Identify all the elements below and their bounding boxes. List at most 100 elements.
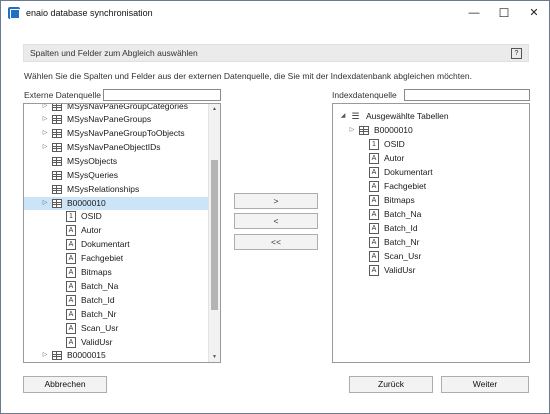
window-title: enaio database synchronisation: [26, 8, 153, 18]
add-selection-button[interactable]: >: [234, 193, 318, 209]
tree-row[interactable]: 1 OSID: [24, 210, 208, 223]
external-filter-input[interactable]: [103, 89, 221, 101]
expand-chevron-icon[interactable]: [55, 308, 63, 321]
close-button[interactable]: ✕: [519, 1, 549, 25]
expand-chevron-icon[interactable]: [358, 152, 366, 165]
tree-row[interactable]: A Bitmaps: [333, 194, 529, 207]
numeric-field-icon: 1: [369, 139, 379, 150]
expand-chevron-icon[interactable]: [41, 169, 49, 182]
minimize-button[interactable]: —: [459, 1, 489, 25]
tree-row[interactable]: ▷ MSysNavPaneGroups: [24, 113, 208, 126]
expand-chevron-icon[interactable]: [358, 208, 366, 221]
expanded-chevron-icon[interactable]: ◢: [339, 110, 347, 123]
tree-row[interactable]: A Fachgebiet: [333, 180, 529, 193]
tree-row[interactable]: A ValidUsr: [333, 264, 529, 277]
text-field-icon: A: [66, 295, 76, 306]
tree-row[interactable]: A Batch_Id: [24, 294, 208, 307]
expand-chevron-icon[interactable]: [358, 138, 366, 151]
tree-row[interactable]: ▷ B0000010: [24, 197, 208, 210]
tree-row-label: Fachgebiet: [384, 181, 427, 191]
expand-chevron-icon[interactable]: [55, 322, 63, 335]
scroll-down-icon[interactable]: ▼: [209, 352, 220, 362]
text-field-icon: A: [66, 309, 76, 320]
expand-chevron-icon[interactable]: [55, 210, 63, 223]
expand-chevron-icon[interactable]: ▷: [41, 197, 49, 210]
tree-row[interactable]: ▷ MSysNavPaneGroupCategories: [24, 104, 208, 113]
tree-row[interactable]: A Scan_Usr: [24, 322, 208, 335]
tree-row[interactable]: A Bitmaps: [24, 266, 208, 279]
expand-chevron-icon[interactable]: [358, 236, 366, 249]
remove-all-button[interactable]: <<: [234, 234, 318, 250]
tree-row-label: Autor: [384, 153, 405, 163]
expand-chevron-icon[interactable]: [55, 294, 63, 307]
tree-row[interactable]: A Scan_Usr: [333, 250, 529, 263]
tree-row[interactable]: A Autor: [24, 224, 208, 237]
tree-row-label: ValidUsr: [81, 337, 113, 347]
tree-row[interactable]: A Batch_Id: [333, 222, 529, 235]
expand-chevron-icon[interactable]: [55, 336, 63, 349]
expand-chevron-icon[interactable]: ▷: [41, 113, 49, 126]
tree-row[interactable]: ▷ B0000010: [333, 124, 529, 137]
expand-chevron-icon[interactable]: [55, 238, 63, 251]
expand-chevron-icon[interactable]: [55, 252, 63, 265]
expand-chevron-icon[interactable]: [358, 194, 366, 207]
tree-row[interactable]: A Batch_Na: [24, 280, 208, 293]
expand-chevron-icon[interactable]: [55, 280, 63, 293]
expand-chevron-icon[interactable]: ▷: [41, 104, 49, 113]
expand-chevron-icon[interactable]: ▷: [41, 141, 49, 154]
tree-row[interactable]: ▷ MSysNavPaneGroupToObjects: [24, 127, 208, 140]
tree-row[interactable]: A Dokumentart: [333, 166, 529, 179]
expand-chevron-icon[interactable]: [358, 250, 366, 263]
external-source-label: Externe Datenquelle: [24, 90, 102, 100]
expand-chevron-icon[interactable]: ▷: [348, 124, 356, 137]
tree-row[interactable]: A Batch_Nr: [333, 236, 529, 249]
expand-chevron-icon[interactable]: [41, 155, 49, 168]
expand-chevron-icon[interactable]: [55, 224, 63, 237]
section-header: Spalten und Felder zum Abgleich auswähle…: [23, 44, 529, 62]
expand-chevron-icon[interactable]: [41, 183, 49, 196]
text-field-icon: A: [369, 237, 379, 248]
maximize-button[interactable]: ☐: [489, 1, 519, 25]
instruction-text: Wählen Sie die Spalten und Felder aus de…: [24, 71, 472, 81]
tree-row[interactable]: A Fachgebiet: [24, 252, 208, 265]
back-button[interactable]: Zurück: [349, 376, 433, 393]
tree-row[interactable]: A Batch_Nr: [24, 308, 208, 321]
app-icon: [8, 7, 20, 19]
remove-selection-button[interactable]: <: [234, 213, 318, 229]
help-icon[interactable]: ?: [511, 48, 522, 59]
expand-chevron-icon[interactable]: ▷: [41, 349, 49, 362]
scroll-up-icon[interactable]: ▲: [209, 104, 220, 114]
expand-chevron-icon[interactable]: [358, 180, 366, 193]
text-field-icon: A: [369, 209, 379, 220]
text-field-icon: A: [369, 251, 379, 262]
tree-row-label: MSysNavPaneGroups: [67, 114, 152, 124]
tree-row[interactable]: A Autor: [333, 152, 529, 165]
tree-row-label: Batch_Na: [81, 281, 119, 291]
tree-row[interactable]: A Batch_Na: [333, 208, 529, 221]
tree-row[interactable]: 1 OSID: [333, 138, 529, 151]
cancel-button[interactable]: Abbrechen: [23, 376, 107, 393]
expand-chevron-icon[interactable]: [358, 264, 366, 277]
tree-row[interactable]: MSysRelationships: [24, 183, 208, 196]
tree-row[interactable]: A Dokumentart: [24, 238, 208, 251]
tree-row-label: MSysQueries: [67, 170, 119, 180]
tree-row[interactable]: MSysObjects: [24, 155, 208, 168]
tree-root-selected-tables[interactable]: ◢ ☰ Ausgewählte Tabellen: [333, 110, 529, 123]
tree-row[interactable]: ▷ MSysNavPaneObjectIDs: [24, 141, 208, 154]
expand-chevron-icon[interactable]: [358, 166, 366, 179]
index-filter-input[interactable]: [404, 89, 530, 101]
expand-chevron-icon[interactable]: ▷: [41, 127, 49, 140]
table-icon: [52, 143, 62, 152]
expand-chevron-icon[interactable]: [358, 222, 366, 235]
external-source-tree[interactable]: ▷ MSysNavPaneGroupCategories ▷ MSysNavPaneG…: [23, 103, 221, 363]
tree-row[interactable]: ▷ B0000015: [24, 349, 208, 362]
tree-row[interactable]: A ValidUsr: [24, 336, 208, 349]
scrollbar-thumb[interactable]: [211, 160, 218, 310]
tree-row-label: B0000015: [67, 350, 106, 360]
index-source-tree[interactable]: ◢ ☰ Ausgewählte Tabellen ▷ B0000010 1 OSID A…: [332, 103, 530, 363]
tree-row[interactable]: MSysQueries: [24, 169, 208, 182]
external-tree-scrollbar[interactable]: ▲ ▼: [208, 104, 220, 362]
next-button[interactable]: Weiter: [441, 376, 529, 393]
tree-row-label: B0000010: [374, 125, 413, 135]
expand-chevron-icon[interactable]: [55, 266, 63, 279]
